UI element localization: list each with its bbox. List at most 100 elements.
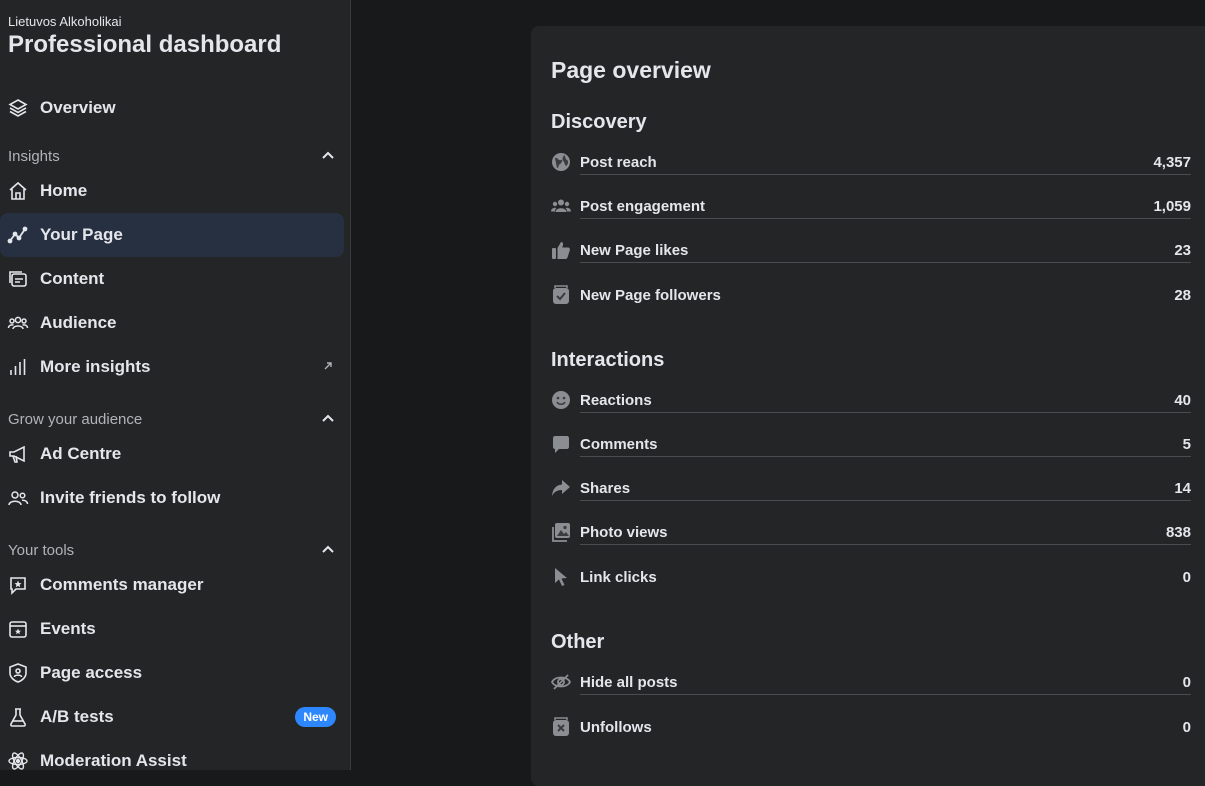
metric-value: 0 [1182,569,1191,586]
metric-link-clicks[interactable]: Link clicks 0 [551,564,1191,594]
nav-your-page[interactable]: Your Page [0,213,344,257]
metric-post-reach[interactable]: Post reach 4,357 [551,149,1191,179]
section-insights[interactable]: Insights [8,144,338,168]
metric-label: Reactions [580,392,652,409]
nav-comments-manager[interactable]: Comments manager [0,563,344,607]
metric-label: Photo views [580,524,668,541]
divider [580,456,1191,457]
comment-star-icon [7,574,29,596]
nav-invite-friends[interactable]: Invite friends to follow [0,476,344,520]
home-icon [7,180,29,202]
metric-value: 0 [1182,674,1191,691]
metric-new-page-likes[interactable]: New Page likes 23 [551,237,1191,267]
nav-moderation-assist[interactable]: Moderation Assist [0,739,344,770]
atom-icon [7,750,29,770]
page-overview-panel: Page overview Discovery Post reach 4,357… [531,26,1205,786]
smiley-icon [551,390,571,410]
metric-value: 838 [1165,524,1191,541]
chevron-up-icon[interactable] [320,148,336,164]
nav-ad-centre[interactable]: Ad Centre [0,432,344,476]
section-insights-label: Insights [8,147,60,165]
metric-value: 28 [1174,287,1191,304]
metric-post-engagement[interactable]: Post engagement 1,059 [551,193,1191,223]
divider [580,412,1191,413]
divider [580,500,1191,501]
globe-icon [551,152,571,172]
section-tools[interactable]: Your tools [8,538,338,562]
megaphone-icon [7,443,29,465]
section-grow-label: Grow your audience [8,410,143,428]
thumbs-up-icon [551,240,571,260]
page-name[interactable]: Lietuvos Alkoholikai [8,14,121,29]
nav-more-insights-label: More insights [40,357,151,376]
nav-moderation-assist-label: Moderation Assist [40,751,187,770]
nav-page-access[interactable]: Page access [0,651,344,695]
follow-check-icon [551,285,571,305]
metric-label: Post reach [580,154,657,171]
metric-label: New Page likes [580,242,689,259]
metric-label: Link clicks [580,569,657,586]
metric-value: 14 [1174,480,1191,497]
dashboard-title: Professional dashboard [8,31,282,58]
trend-line-icon [7,224,29,246]
share-arrow-icon [551,478,571,498]
comment-bubble-icon [551,434,571,454]
nav-more-insights[interactable]: More insights [0,345,344,389]
nav-events-label: Events [40,619,96,638]
metric-comments[interactable]: Comments 5 [551,431,1191,461]
metric-value: 0 [1182,719,1191,736]
section-grow[interactable]: Grow your audience [8,407,338,431]
external-link-icon [324,362,332,370]
metric-label: Hide all posts [580,674,678,691]
metric-label: Comments [580,436,658,453]
section-tools-label: Your tools [8,541,75,559]
nav-content[interactable]: Content [0,257,344,301]
metric-photo-views[interactable]: Photo views 838 [551,519,1191,549]
metric-value: 23 [1174,242,1191,259]
people-icon [551,196,571,216]
metric-value: 1,059 [1153,198,1191,215]
nav-page-access-label: Page access [40,663,143,682]
nav-ab-tests[interactable]: A/B tests New [0,695,344,739]
nav-home-label: Home [40,181,88,200]
nav-ad-centre-label: Ad Centre [40,444,122,463]
nav-comments-manager-label: Comments manager [40,575,204,594]
nav-invite-friends-label: Invite friends to follow [40,488,221,507]
eye-slash-icon [550,672,572,692]
divider [580,174,1191,175]
metric-reactions[interactable]: Reactions 40 [551,387,1191,417]
metric-shares[interactable]: Shares 14 [551,475,1191,505]
nav-audience[interactable]: Audience [0,301,344,345]
metric-hide-all-posts[interactable]: Hide all posts 0 [550,669,1191,699]
interactions-title: Interactions [551,349,665,371]
discovery-title: Discovery [551,111,647,133]
divider [580,694,1191,695]
divider [580,218,1191,219]
nav-events[interactable]: Events [0,607,344,651]
metric-label: Unfollows [580,719,652,736]
metric-value: 5 [1182,436,1191,453]
audience-icon [7,312,29,334]
metric-unfollows[interactable]: Unfollows 0 [551,714,1191,744]
cursor-icon [551,567,571,587]
nav-home[interactable]: Home [0,169,344,213]
metric-label: New Page followers [580,287,721,304]
divider [580,544,1191,545]
chevron-up-icon[interactable] [320,542,336,558]
content-icon [7,268,29,290]
nav-overview[interactable]: Overview [0,86,344,130]
unfollow-x-icon [551,717,571,737]
metric-label: Shares [580,480,631,497]
sidebar: Lietuvos Alkoholikai Professional dashbo… [0,0,351,770]
chevron-up-icon[interactable] [320,411,336,427]
new-badge: New [295,707,336,727]
nav-overview-label: Overview [40,98,116,117]
nav-ab-tests-label: A/B tests [40,707,114,726]
nav-your-page-label: Your Page [40,225,123,244]
invite-friends-icon [7,487,29,509]
metric-value: 40 [1174,392,1191,409]
shield-person-icon [7,662,29,684]
nav-content-label: Content [40,269,105,288]
metric-new-page-followers[interactable]: New Page followers 28 [551,282,1191,312]
calendar-star-icon [7,618,29,640]
